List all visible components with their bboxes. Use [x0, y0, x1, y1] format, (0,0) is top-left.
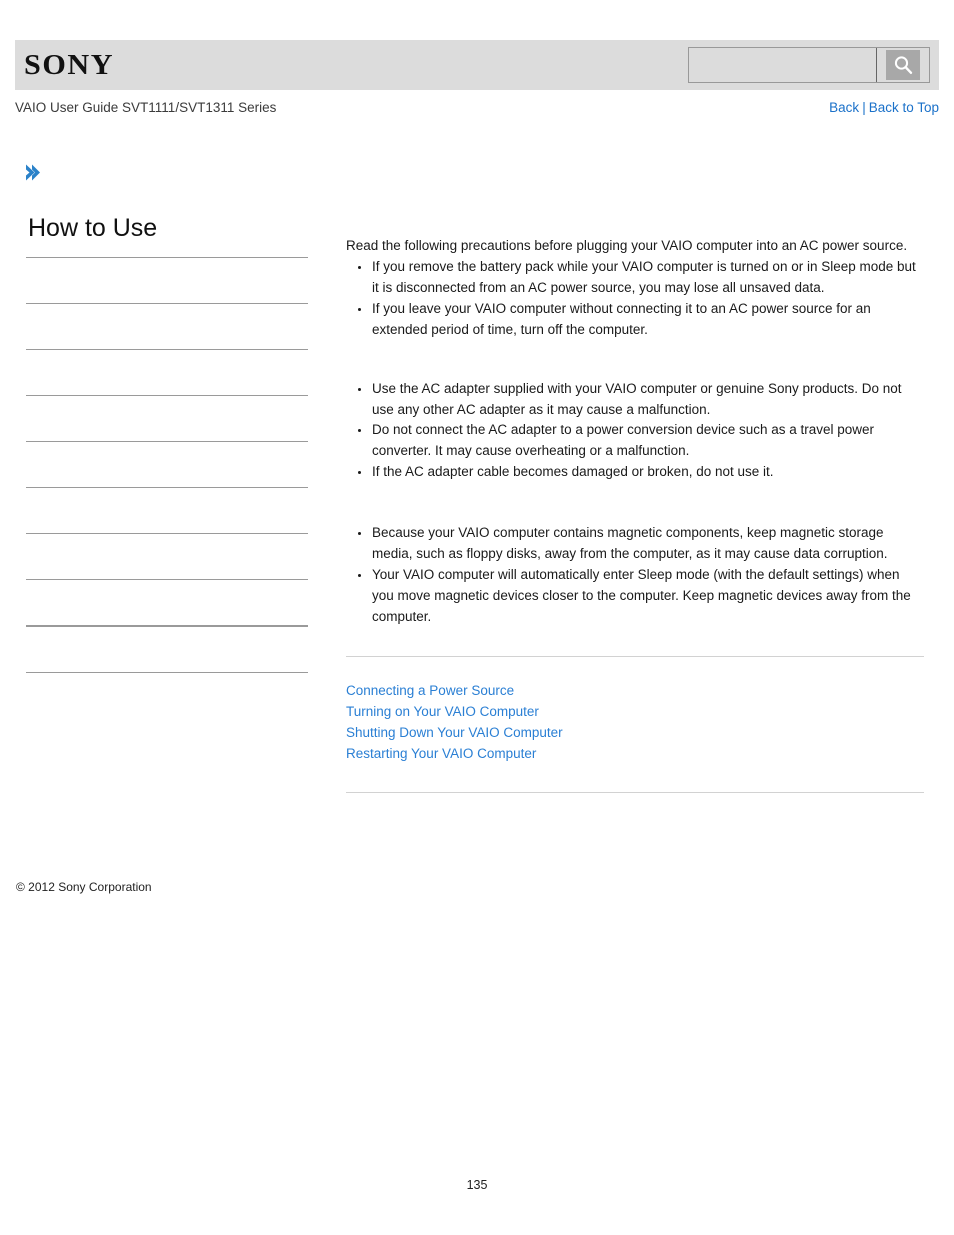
related-divider-bottom — [346, 791, 924, 793]
back-link[interactable]: Back — [829, 100, 859, 115]
chevron-right-icon[interactable] — [24, 163, 41, 187]
guide-title: VAIO User Guide SVT1111/SVT1311 Series — [15, 100, 277, 115]
sidebar-item-1[interactable] — [26, 304, 308, 349]
sidebar-item-6[interactable] — [26, 534, 308, 579]
related-link-restarting-your-vaio-computer[interactable]: Restarting Your VAIO Computer — [346, 743, 924, 764]
back-to-top-link[interactable]: Back to Top — [869, 100, 939, 115]
list-item: If the AC adapter cable becomes damaged … — [358, 462, 924, 483]
list-item: Because your VAIO computer contains magn… — [358, 523, 924, 565]
list-item: Use the AC adapter supplied with your VA… — [358, 379, 924, 421]
sidebar-title: How to Use — [28, 214, 158, 242]
list-item: If you remove the battery pack while you… — [358, 257, 924, 299]
page-number: 135 — [466, 1178, 488, 1192]
sidebar-divider — [26, 671, 308, 673]
list-item: If you leave your VAIO computer without … — [358, 299, 924, 341]
sidebar-item-0[interactable] — [26, 258, 308, 303]
search-box — [688, 47, 930, 83]
search-icon — [886, 50, 920, 80]
search-input[interactable] — [689, 48, 876, 82]
sidebar-item-7[interactable] — [26, 580, 308, 625]
precaution-list-adapter: Use the AC adapter supplied with your VA… — [346, 379, 924, 484]
search-button[interactable] — [876, 48, 929, 82]
copyright-text: © 2012 Sony Corporation — [16, 880, 152, 894]
related-divider-top — [346, 655, 924, 657]
guide-nav-row: VAIO User Guide SVT1111/SVT1311 Series B… — [15, 100, 939, 115]
sidebar-item-8[interactable] — [26, 627, 308, 672]
sidebar-item-5[interactable] — [26, 488, 308, 533]
breadcrumb — [24, 162, 324, 188]
sony-logo: SONY — [24, 48, 115, 81]
related-links: Connecting a Power Source Turning on You… — [346, 680, 924, 764]
nav-separator: | — [862, 100, 866, 115]
related-link-shutting-down-your-vaio-computer[interactable]: Shutting Down Your VAIO Computer — [346, 722, 924, 743]
intro-paragraph: Read the following precautions before pl… — [346, 238, 908, 253]
related-link-connecting-a-power-source[interactable]: Connecting a Power Source — [346, 680, 924, 701]
precaution-list-power: If you remove the battery pack while you… — [346, 257, 924, 341]
main-content: Read the following precautions before pl… — [346, 236, 924, 793]
sidebar-item-3[interactable] — [26, 396, 308, 441]
precaution-list-magnetic: Because your VAIO computer contains magn… — [346, 523, 924, 628]
nav-links: Back | Back to Top — [829, 100, 939, 115]
related-link-turning-on-your-vaio-computer[interactable]: Turning on Your VAIO Computer — [346, 701, 924, 722]
sidebar-item-2[interactable] — [26, 350, 308, 395]
sidebar: How to Use — [26, 214, 308, 673]
list-item: Your VAIO computer will automatically en… — [358, 565, 924, 628]
site-header: SONY — [15, 40, 939, 90]
sidebar-item-4[interactable] — [26, 442, 308, 487]
list-item: Do not connect the AC adapter to a power… — [358, 420, 924, 462]
